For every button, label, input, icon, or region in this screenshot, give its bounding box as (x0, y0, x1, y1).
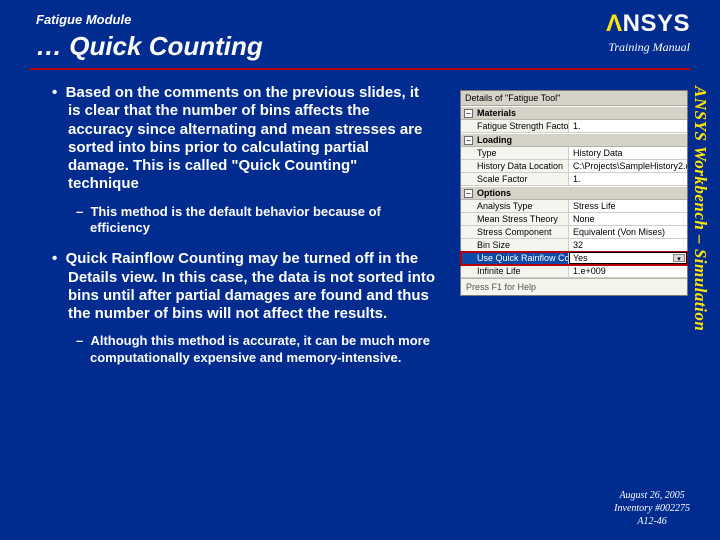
panel-title: Details of "Fatigue Tool" (461, 91, 687, 106)
panel-help-text: Press F1 for Help (461, 278, 687, 295)
row-analysis-type[interactable]: Analysis TypeStress Life (461, 200, 687, 213)
footer-page: A12-46 (614, 515, 690, 528)
section-loading[interactable]: –Loading (461, 133, 687, 147)
row-kf[interactable]: Fatigue Strength Factor (Kf)1. (461, 120, 687, 133)
row-stress-component[interactable]: Stress ComponentEquivalent (Von Mises) (461, 226, 687, 239)
details-panel: Details of "Fatigue Tool" –Materials Fat… (460, 90, 688, 296)
collapse-icon[interactable]: – (464, 109, 473, 118)
row-history-data[interactable]: History Data LocationC:\Projects\SampleH… (461, 160, 687, 173)
row-quick-counting[interactable]: Use Quick Rainflow Counting Yes▾ (461, 252, 687, 265)
training-manual-label: Training Manual (606, 40, 690, 55)
bullet-2: • Quick Rainflow Counting may be turned … (52, 250, 452, 323)
bullet-1-sub: – This method is the default behavior be… (76, 204, 436, 237)
row-bin-size[interactable]: Bin Size32 (461, 239, 687, 252)
footer-date: August 26, 2005 (614, 489, 690, 502)
row-scale-factor[interactable]: Scale Factor1. (461, 173, 687, 186)
chevron-down-icon[interactable]: ▾ (673, 254, 685, 262)
section-options[interactable]: –Options (461, 186, 687, 200)
ansys-logo: ΛNSYS (606, 10, 690, 38)
footer: August 26, 2005 Inventory #002275 A12-46 (614, 489, 690, 528)
row-infinite-life[interactable]: Infinite Life1.e+009 (461, 265, 687, 278)
footer-inventory: Inventory #002275 (614, 502, 690, 515)
bullet-2-sub: – Although this method is accurate, it c… (76, 333, 436, 366)
bullet-1: • Based on the comments on the previous … (52, 84, 432, 194)
row-type[interactable]: TypeHistory Data (461, 147, 687, 160)
row-mean-stress[interactable]: Mean Stress TheoryNone (461, 213, 687, 226)
collapse-icon[interactable]: – (464, 136, 473, 145)
collapse-icon[interactable]: – (464, 189, 473, 198)
section-materials[interactable]: –Materials (461, 106, 687, 120)
logo-area: ΛNSYS Training Manual (606, 10, 690, 55)
